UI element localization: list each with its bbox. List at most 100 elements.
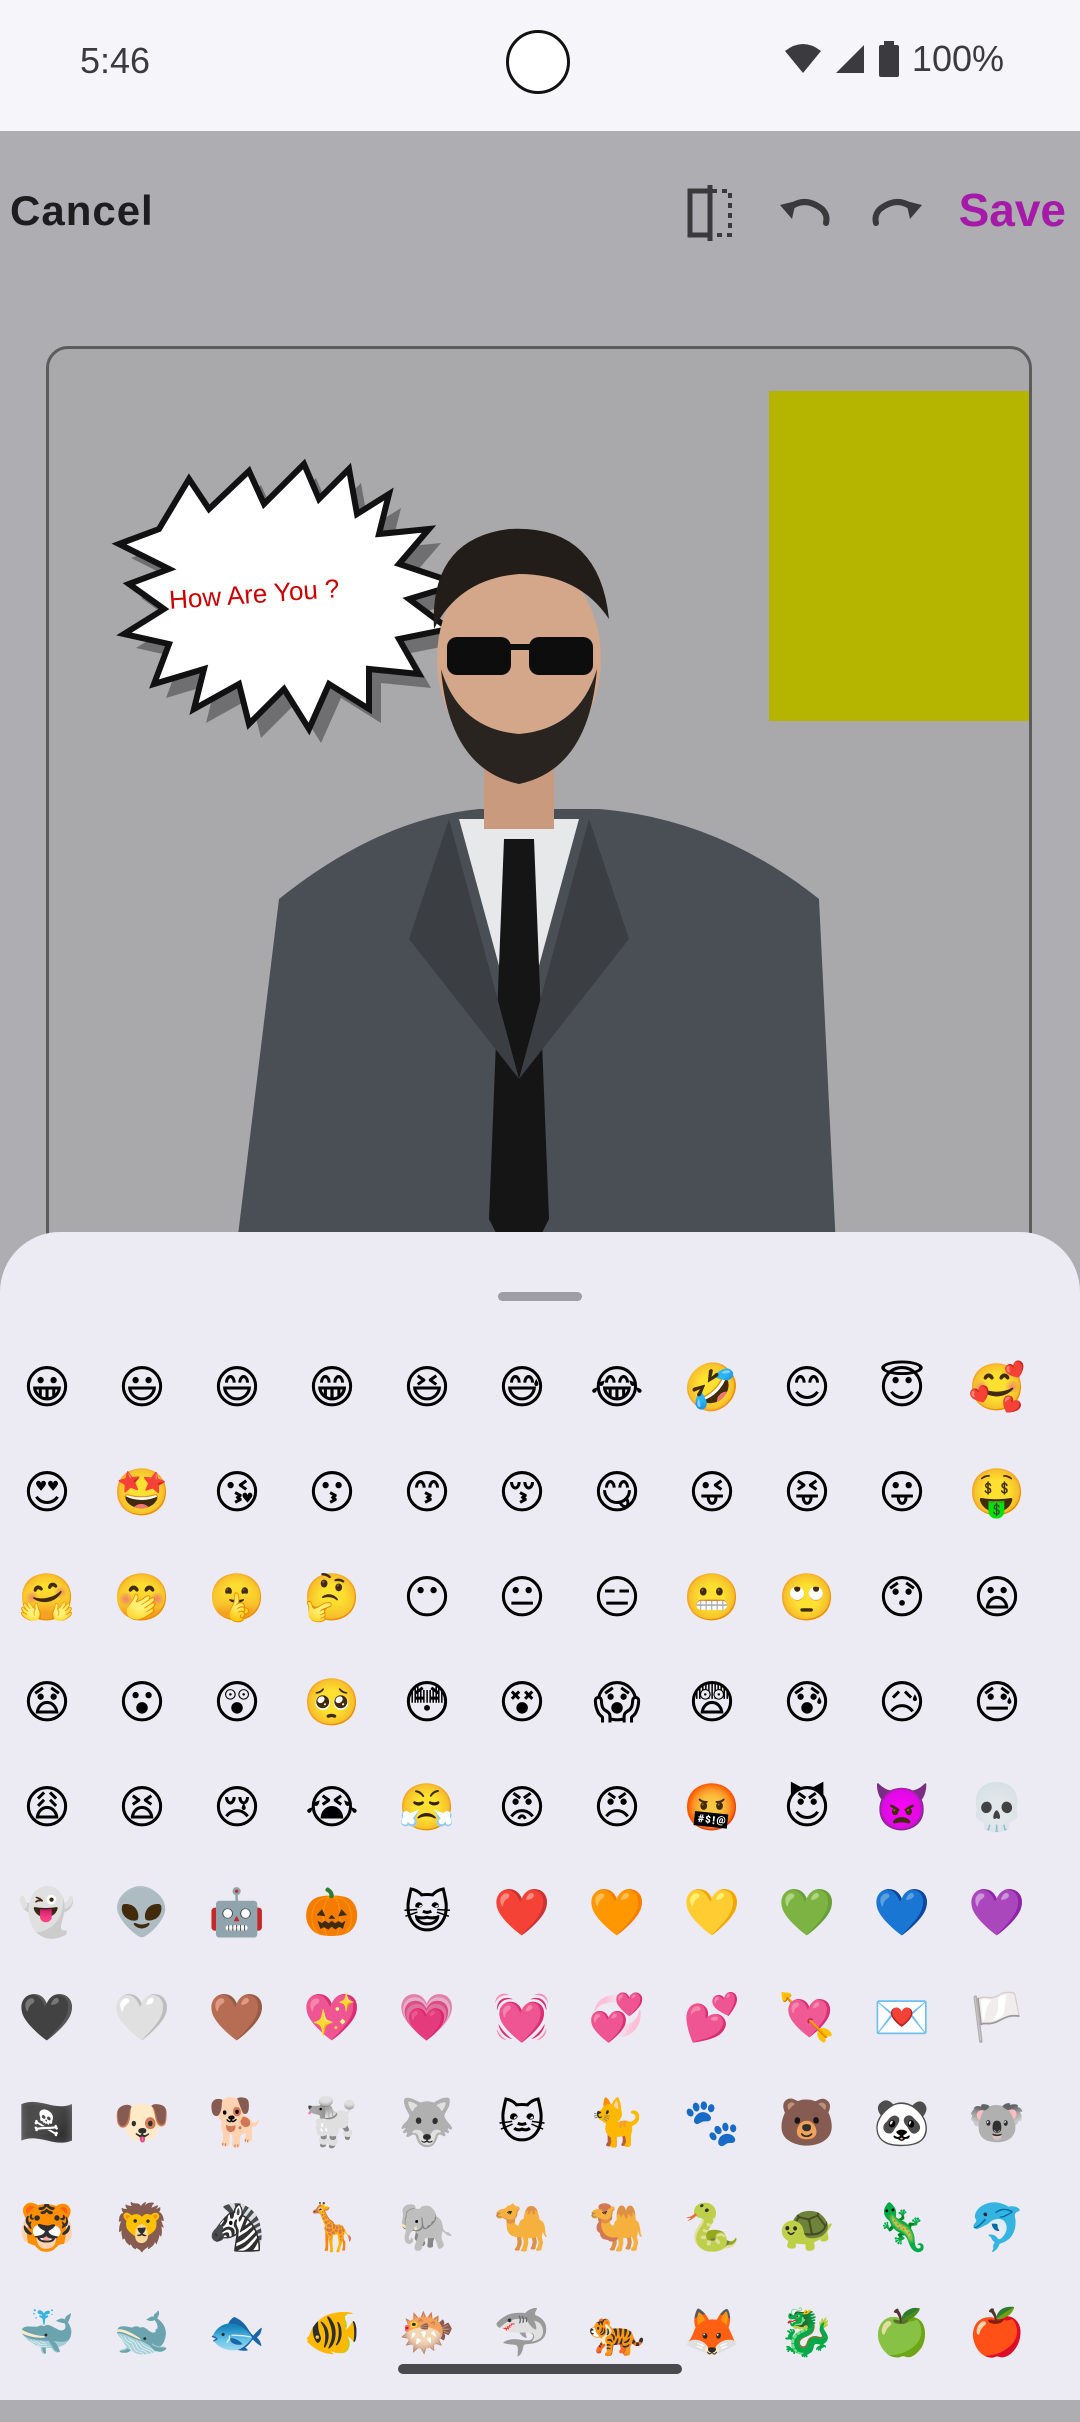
emoji-item[interactable]: 😧 (2, 1657, 92, 1747)
emoji-item[interactable]: 😊 (762, 1342, 852, 1432)
undo-icon[interactable] (774, 183, 834, 243)
emoji-item[interactable]: 🐍 (667, 2182, 757, 2272)
emoji-item[interactable]: 💌 (857, 1972, 947, 2062)
emoji-item[interactable]: 🐾 (667, 2077, 757, 2167)
emoji-item[interactable]: 🙄 (762, 1552, 852, 1642)
emoji-item[interactable]: 😬 (667, 1552, 757, 1642)
emoji-item[interactable]: 🐩 (287, 2077, 377, 2167)
emoji-item[interactable]: 💜 (952, 1867, 1042, 1957)
emoji-item[interactable]: 😆 (382, 1342, 472, 1432)
emoji-item[interactable]: 😫 (97, 1762, 187, 1852)
save-button[interactable]: Save (959, 183, 1066, 237)
emoji-item[interactable]: 🏴‍☠️ (2, 2077, 92, 2167)
emoji-item[interactable]: 🍏 (857, 2287, 947, 2377)
emoji-item[interactable]: 🐕 (192, 2077, 282, 2167)
emoji-item[interactable]: 😙 (382, 1447, 472, 1537)
emoji-item[interactable]: 👽 (97, 1867, 187, 1957)
emoji-item[interactable]: 😇 (857, 1342, 947, 1432)
emoji-item[interactable]: 😐 (477, 1552, 567, 1642)
emoji-item[interactable]: 🤩 (97, 1447, 187, 1537)
emoji-item[interactable]: 😦 (952, 1552, 1042, 1642)
emoji-item[interactable]: 🐢 (762, 2182, 852, 2272)
emoji-item[interactable]: 🎃 (287, 1867, 377, 1957)
emoji-item[interactable]: 🤎 (192, 1972, 282, 2062)
emoji-item[interactable]: 😗 (287, 1447, 377, 1537)
emoji-item[interactable]: 🐯 (2, 2182, 92, 2272)
emoji-item[interactable]: 😈 (762, 1762, 852, 1852)
emoji-item[interactable]: 😚 (477, 1447, 567, 1537)
emoji-item[interactable]: 🐳 (2, 2287, 92, 2377)
emoji-item[interactable]: 😩 (2, 1762, 92, 1852)
emoji-item[interactable]: 😀 (2, 1342, 92, 1432)
emoji-item[interactable]: 🐶 (97, 2077, 187, 2167)
emoji-item[interactable]: 🐻 (762, 2077, 852, 2167)
emoji-item[interactable]: 🤬 (667, 1762, 757, 1852)
emoji-item[interactable]: 🧡 (572, 1867, 662, 1957)
emoji-item[interactable]: 🤗 (2, 1552, 92, 1642)
emoji-item[interactable]: 😄 (192, 1342, 282, 1432)
emoji-item[interactable]: 🦓 (192, 2182, 282, 2272)
emoji-item[interactable]: 😝 (762, 1447, 852, 1537)
cancel-button[interactable]: Cancel (10, 187, 154, 235)
emoji-item[interactable]: 💕 (667, 1972, 757, 2062)
emoji-item[interactable]: 🐟 (192, 2287, 282, 2377)
emoji-item[interactable]: 💙 (857, 1867, 947, 1957)
emoji-item[interactable]: 😰 (762, 1657, 852, 1747)
emoji-item[interactable]: 💀 (952, 1762, 1042, 1852)
emoji-item[interactable]: 🤫 (192, 1552, 282, 1642)
emoji-item[interactable]: 🍎 (952, 2287, 1042, 2377)
emoji-item[interactable]: 💖 (287, 1972, 377, 2062)
emoji-item[interactable]: 🐨 (952, 2077, 1042, 2167)
emoji-item[interactable]: 😡 (477, 1762, 567, 1852)
emoji-item[interactable]: 🥺 (287, 1657, 377, 1747)
emoji-item[interactable]: 🐱 (477, 2077, 567, 2167)
emoji-item[interactable]: 😋 (572, 1447, 662, 1537)
emoji-item[interactable]: 🦊 (667, 2287, 757, 2377)
emoji-item[interactable]: 🤍 (97, 1972, 187, 2062)
emoji-item[interactable]: 👿 (857, 1762, 947, 1852)
emoji-item[interactable]: 😯 (857, 1552, 947, 1642)
emoji-item[interactable]: 😓 (952, 1657, 1042, 1747)
emoji-item[interactable]: 😅 (477, 1342, 567, 1432)
gesture-nav-bar[interactable] (398, 2364, 682, 2374)
emoji-item[interactable]: 😶 (382, 1552, 472, 1642)
emoji-item[interactable]: 🐘 (382, 2182, 472, 2272)
emoji-item[interactable]: 😭 (287, 1762, 377, 1852)
emoji-item[interactable]: 😤 (382, 1762, 472, 1852)
emoji-item[interactable]: 🏳️ (952, 1972, 1042, 2062)
emoji-item[interactable]: 😠 (572, 1762, 662, 1852)
emoji-item[interactable]: 😜 (667, 1447, 757, 1537)
emoji-item[interactable]: 🐠 (287, 2287, 377, 2377)
emoji-item[interactable]: 😥 (857, 1657, 947, 1747)
emoji-item[interactable]: 😵 (477, 1657, 567, 1747)
emoji-item[interactable]: 😃 (97, 1342, 187, 1432)
emoji-item[interactable]: ❤️ (477, 1867, 567, 1957)
emoji-item[interactable]: 😱 (572, 1657, 662, 1747)
emoji-item[interactable]: 💓 (477, 1972, 567, 2062)
emoji-item[interactable]: 🐈 (572, 2077, 662, 2167)
emoji-item[interactable]: 😳 (382, 1657, 472, 1747)
compare-icon[interactable] (680, 183, 740, 243)
emoji-item[interactable]: 😁 (287, 1342, 377, 1432)
emoji-item[interactable]: 🐋 (97, 2287, 187, 2377)
emoji-item[interactable]: 💞 (572, 1972, 662, 2062)
emoji-item[interactable]: 🐉 (762, 2287, 852, 2377)
emoji-item[interactable]: 💘 (762, 1972, 852, 2062)
emoji-item[interactable]: 🐫 (572, 2182, 662, 2272)
emoji-item[interactable]: 🤔 (287, 1552, 377, 1642)
emoji-item[interactable]: 😂 (572, 1342, 662, 1432)
drag-handle[interactable] (498, 1292, 582, 1301)
emoji-item[interactable]: 😑 (572, 1552, 662, 1642)
emoji-item[interactable]: 👻 (2, 1867, 92, 1957)
emoji-item[interactable]: 😲 (192, 1657, 282, 1747)
emoji-item[interactable]: 😢 (192, 1762, 282, 1852)
emoji-item[interactable]: 🤑 (952, 1447, 1042, 1537)
emoji-item[interactable]: 😘 (192, 1447, 282, 1537)
emoji-item[interactable]: 💚 (762, 1867, 852, 1957)
redo-icon[interactable] (868, 183, 928, 243)
emoji-item[interactable]: 🐬 (952, 2182, 1042, 2272)
emoji-item[interactable]: 😍 (2, 1447, 92, 1537)
emoji-item[interactable]: 😨 (667, 1657, 757, 1747)
emoji-item[interactable]: 💗 (382, 1972, 472, 2062)
emoji-item[interactable]: 🐪 (477, 2182, 567, 2272)
